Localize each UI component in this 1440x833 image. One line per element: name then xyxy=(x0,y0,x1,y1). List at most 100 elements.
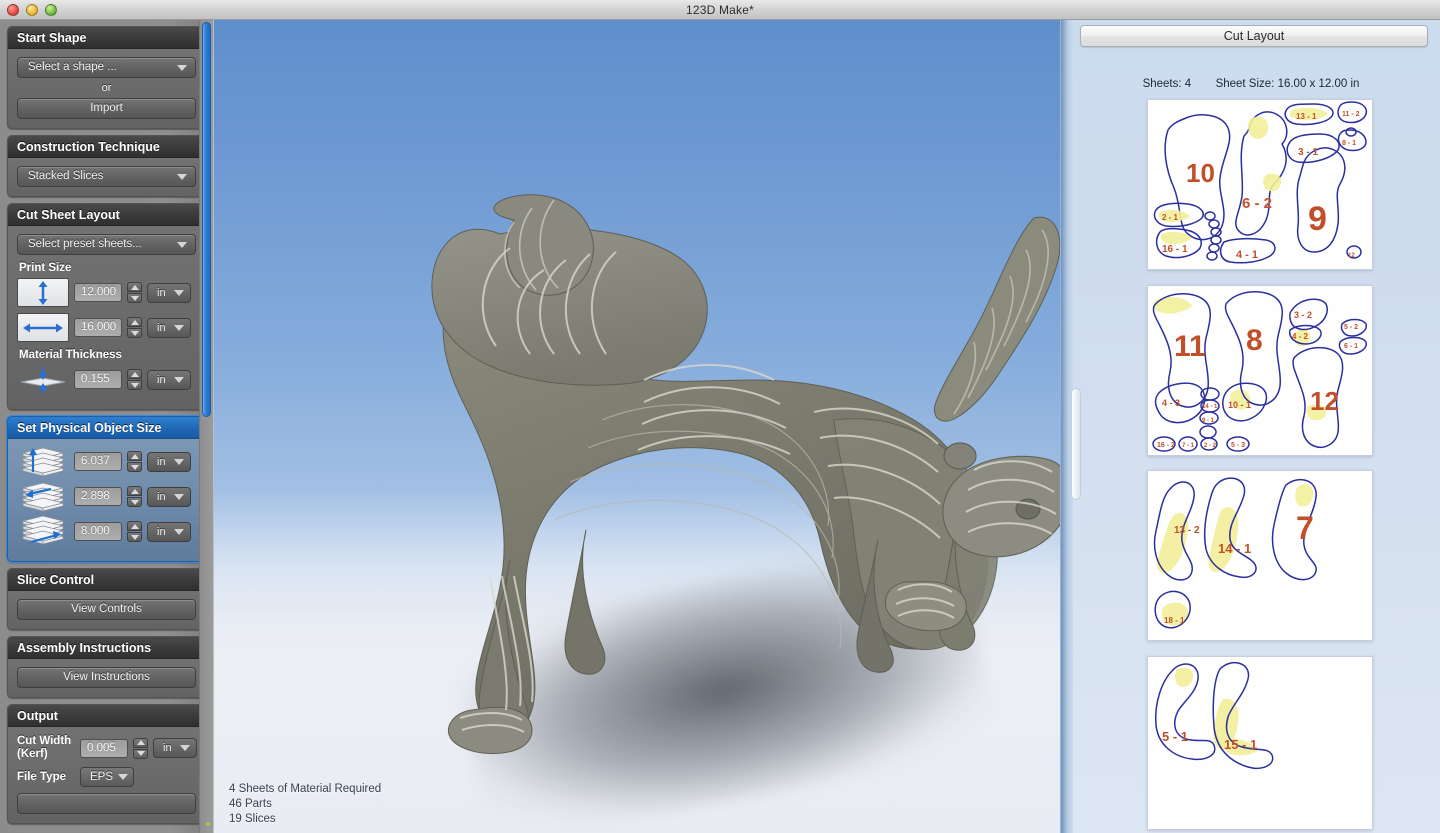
stepper-up-icon[interactable] xyxy=(127,317,142,327)
kerf-label-line2: (Kerf) xyxy=(17,748,48,760)
stepper-down-icon[interactable] xyxy=(127,497,142,507)
material-thickness-unit-dropdown[interactable]: in xyxy=(147,369,191,390)
object-height-stepper[interactable] xyxy=(127,451,142,472)
part-label: 4 - 1 xyxy=(1236,249,1258,261)
chevron-down-icon xyxy=(174,376,184,383)
object-height-input[interactable]: 6.037 xyxy=(74,452,122,471)
cut-sheet-thumbnail-4[interactable]: 5 - 1 15 - 1 xyxy=(1147,656,1373,830)
panel-slice-control: Slice Control View Controls xyxy=(7,568,206,630)
part-label: 2 - 1 xyxy=(1162,213,1179,222)
sheet-info: Sheets: 4 Sheet Size: 16.00 x 12.00 in xyxy=(1061,78,1440,90)
stack-depth-icon xyxy=(17,482,69,512)
stepper-up-icon[interactable] xyxy=(133,737,148,748)
kerf-input[interactable]: 0.005 xyxy=(80,738,128,758)
preset-sheets-dropdown[interactable]: Select preset sheets... xyxy=(17,234,196,255)
panel-title-slice-control: Slice Control xyxy=(8,569,205,591)
cut-sheet-thumbnail-1[interactable]: 10 6 - 2 9 4 - 1 16 - 1 2 - 1 3 - 1 13 -… xyxy=(1147,99,1373,270)
stepper-down-icon[interactable] xyxy=(127,293,142,303)
window-title: 123D Make* xyxy=(685,3,755,17)
chevron-down-icon xyxy=(174,493,184,500)
export-button[interactable] xyxy=(17,793,196,814)
sidebar-scrollbar-track[interactable] xyxy=(199,20,213,833)
panel-title-cut-sheet-layout: Cut Sheet Layout xyxy=(8,204,205,226)
view-controls-button[interactable]: View Controls xyxy=(17,599,196,620)
print-height-unit-dropdown[interactable]: in xyxy=(147,282,191,303)
cut-sheet-thumbnail-3[interactable]: 13 - 2 14 - 1 7 18 - 1 xyxy=(1147,470,1373,641)
object-width-input[interactable]: 8.000 xyxy=(74,522,122,541)
part-label: 14 - 1 xyxy=(1218,541,1251,556)
part-label: 6 - 1 xyxy=(1344,343,1358,350)
right-panel-scrollbar-thumb[interactable] xyxy=(1071,388,1081,500)
object-depth-stepper[interactable] xyxy=(127,486,142,507)
panel-assembly-instructions: Assembly Instructions View Instructions xyxy=(7,636,206,698)
panel-title-set-physical-object-size: Set Physical Object Size xyxy=(8,417,205,439)
stepper-down-icon[interactable] xyxy=(127,462,142,472)
stepper-down-icon[interactable] xyxy=(127,328,142,338)
stepper-up-icon[interactable] xyxy=(127,451,142,461)
object-width-unit-dropdown[interactable]: in xyxy=(147,521,191,542)
panel-set-physical-object-size: Set Physical Object Size 6.037 in 2.898 … xyxy=(7,416,206,562)
stepper-up-icon[interactable] xyxy=(127,282,142,292)
part-label: 3 - 1 xyxy=(1298,147,1318,158)
panel-start-shape: Start Shape Select a shape ... or Import xyxy=(7,26,206,129)
material-thickness-unit-value: in xyxy=(157,373,166,386)
material-thickness-row: 0.155 in xyxy=(17,365,196,394)
object-depth-unit-dropdown[interactable]: in xyxy=(147,486,191,507)
part-label: 7 xyxy=(1296,510,1314,546)
view-instructions-button[interactable]: View Instructions xyxy=(17,667,196,688)
file-type-label: File Type xyxy=(17,771,66,783)
left-sidebar: Start Shape Select a shape ... or Import… xyxy=(0,20,213,833)
panel-output: Output Cut Width (Kerf) 0.005 in File Ty… xyxy=(7,704,206,824)
file-type-dropdown[interactable]: EPS xyxy=(80,767,135,787)
material-thickness-stepper[interactable] xyxy=(127,369,142,390)
stepper-up-icon[interactable] xyxy=(127,486,142,496)
cut-layout-button[interactable]: Cut Layout xyxy=(1080,25,1428,47)
part-label: 10 xyxy=(1186,158,1215,188)
horizontal-arrow-icon xyxy=(17,313,69,342)
part-label: 13 - 2 xyxy=(1174,525,1200,536)
stepper-down-icon[interactable] xyxy=(133,748,148,759)
panel-cut-sheet-layout: Cut Sheet Layout Select preset sheets...… xyxy=(7,203,206,410)
part-label: 8 - 1 xyxy=(1342,140,1356,147)
print-height-stepper[interactable] xyxy=(127,282,142,303)
window-titlebar: 123D Make* xyxy=(0,0,1440,20)
print-width-unit-dropdown[interactable]: in xyxy=(147,317,191,338)
stepper-down-icon[interactable] xyxy=(127,380,142,390)
stepper-up-icon[interactable] xyxy=(127,369,142,379)
material-thickness-input[interactable]: 0.155 xyxy=(74,370,122,389)
part-label: 6 - 2 xyxy=(1242,195,1272,212)
object-width-stepper[interactable] xyxy=(127,521,142,542)
chevron-down-icon xyxy=(174,289,184,296)
select-shape-dropdown[interactable]: Select a shape ... xyxy=(17,57,196,78)
object-width-unit-value: in xyxy=(157,525,166,538)
print-width-stepper[interactable] xyxy=(127,317,142,338)
object-height-unit-dropdown[interactable]: in xyxy=(147,451,191,472)
object-depth-row: 2.898 in xyxy=(17,482,196,512)
object-depth-input[interactable]: 2.898 xyxy=(74,487,122,506)
vertical-arrow-icon xyxy=(17,278,69,307)
thickness-icon xyxy=(17,365,69,394)
viewport-status-text: 4 Sheets of Material Required 46 Parts 1… xyxy=(229,782,381,827)
stepper-up-icon[interactable] xyxy=(127,521,142,531)
print-height-input[interactable]: 12.000 xyxy=(74,283,122,302)
construction-technique-dropdown[interactable]: Stacked Slices xyxy=(17,166,196,187)
object-depth-unit-value: in xyxy=(157,490,166,503)
part-label: 15 - 1 xyxy=(1224,737,1257,752)
part-label: 13 - 1 xyxy=(1296,112,1317,121)
chevron-down-icon xyxy=(118,774,129,780)
chevron-down-icon xyxy=(177,173,187,180)
cut-sheet-thumbnail-2[interactable]: 11 8 12 3 - 2 4 - 2 5 - 2 6 - 1 4 - 3 10… xyxy=(1147,285,1373,456)
kerf-row: Cut Width (Kerf) 0.005 in xyxy=(17,735,197,761)
panel-construction-technique: Construction Technique Stacked Slices xyxy=(7,135,206,197)
stepper-down-icon[interactable] xyxy=(127,532,142,542)
sidebar-scrollbar-thumb[interactable] xyxy=(202,22,211,417)
part-label: 11 - 2 xyxy=(1342,111,1360,118)
import-button[interactable]: Import xyxy=(17,98,196,119)
kerf-unit-dropdown[interactable]: in xyxy=(153,738,197,758)
status-line-sheets: 4 Sheets of Material Required xyxy=(229,783,382,795)
3d-viewport[interactable]: 4 Sheets of Material Required 46 Parts 1… xyxy=(214,20,1060,833)
print-width-input[interactable]: 16.000 xyxy=(74,318,122,337)
sliced-dog-model[interactable] xyxy=(214,20,1060,833)
kerf-stepper[interactable] xyxy=(133,737,148,759)
object-height-row: 6.037 in xyxy=(17,447,196,477)
